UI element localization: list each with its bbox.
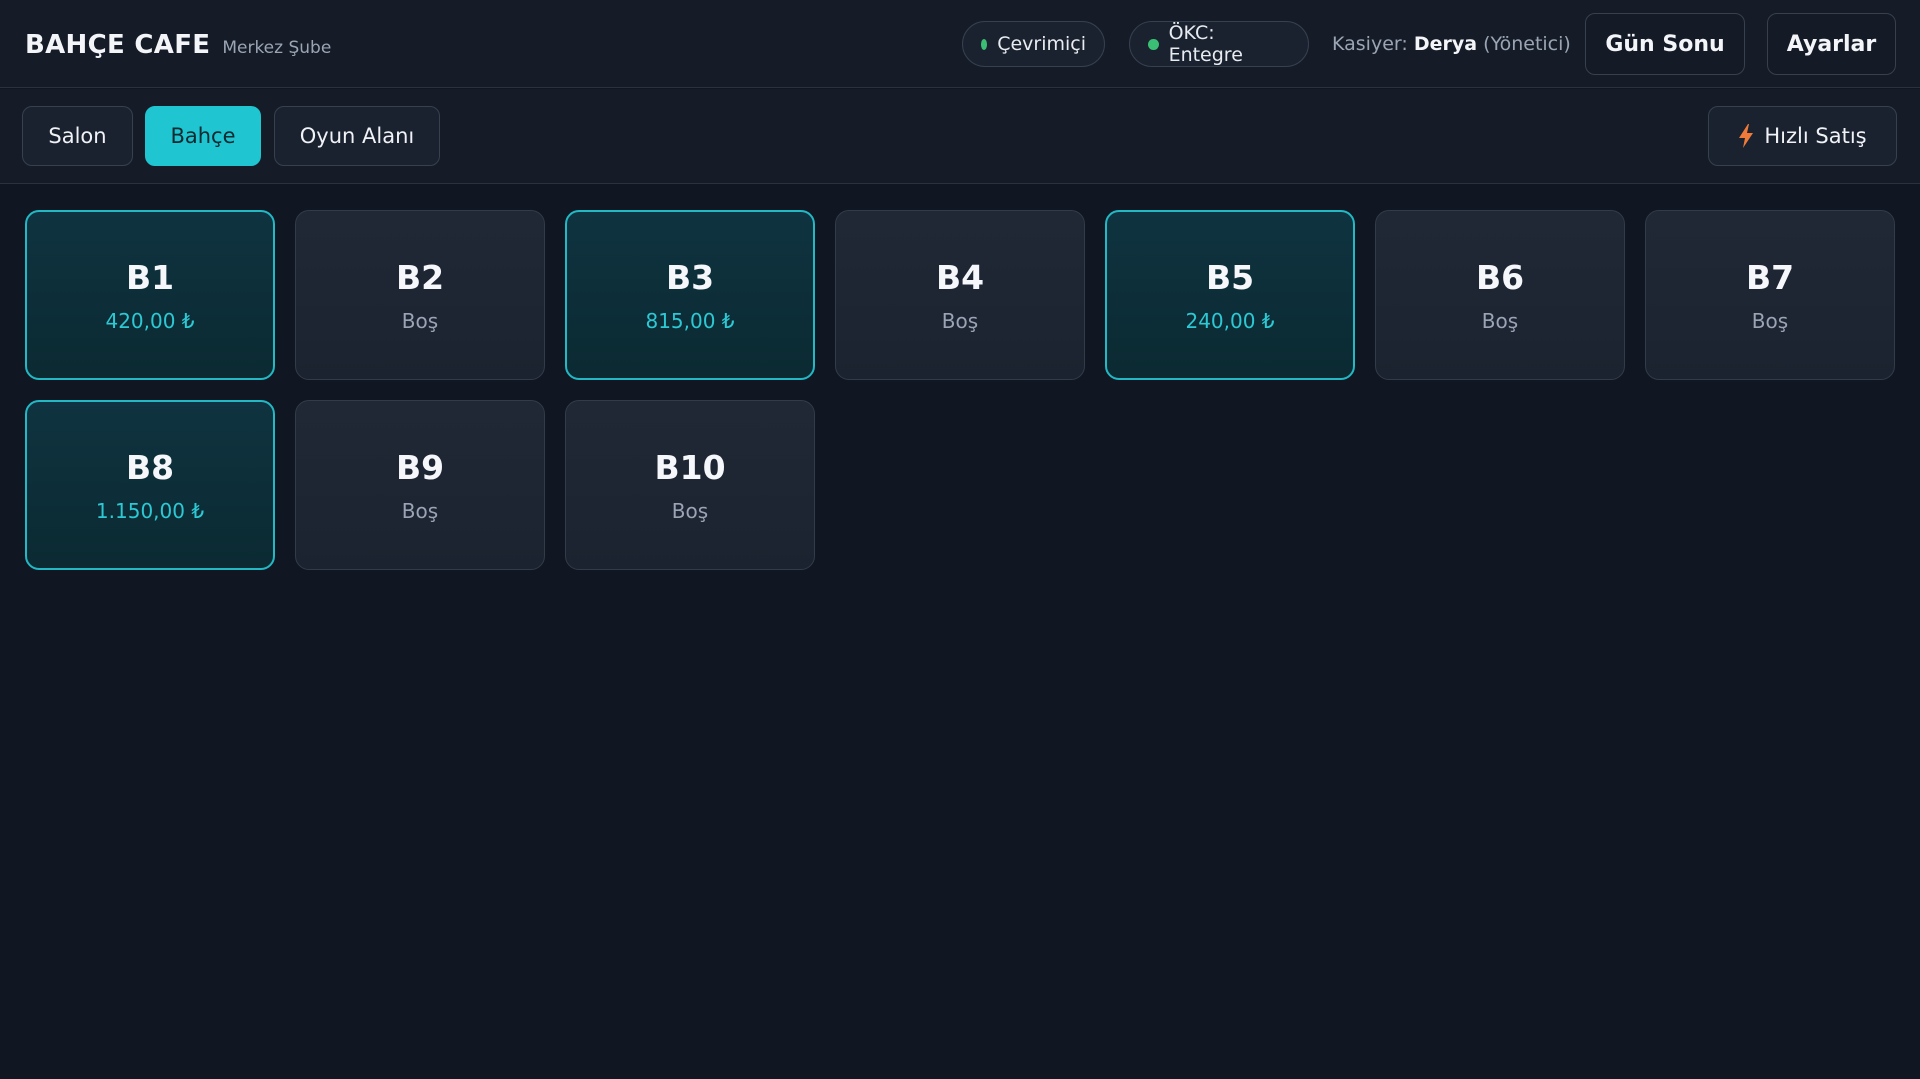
cashier-info: Kasiyer: Derya (Yönetici) xyxy=(1332,33,1571,55)
quick-sale-button[interactable]: Hızlı Satış xyxy=(1708,106,1897,166)
table-card[interactable]: B6 Boş xyxy=(1375,210,1625,380)
cashier-label: Kasiyer: xyxy=(1332,33,1408,55)
table-status: Boş xyxy=(941,308,979,333)
okc-status-label: ÖKC: Entegre xyxy=(1168,22,1243,66)
online-status-label: Çevrimiçi xyxy=(997,33,1086,55)
tab-salon[interactable]: Salon xyxy=(22,106,133,166)
cashier-name: Derya xyxy=(1413,33,1478,55)
table-status: 1.150,00 ₺ xyxy=(95,498,205,523)
end-of-day-button[interactable]: Gün Sonu xyxy=(1585,13,1745,75)
settings-button[interactable]: Ayarlar xyxy=(1767,13,1896,75)
table-name: B10 xyxy=(654,447,726,487)
table-status: Boş xyxy=(671,498,709,523)
table-status: Boş xyxy=(1481,308,1519,333)
online-status-badge: Çevrimiçi xyxy=(962,21,1105,67)
table-card[interactable]: B10 Boş xyxy=(565,400,815,570)
brand-name: BAHÇE CAFE xyxy=(25,30,211,60)
table-card[interactable]: B4 Boş xyxy=(835,210,1085,380)
status-dot-icon xyxy=(1148,38,1159,50)
cashier-role: (Yönetici) xyxy=(1483,33,1571,55)
table-name: B7 xyxy=(1745,257,1795,297)
table-status: 240,00 ₺ xyxy=(1185,308,1275,333)
table-status: 815,00 ₺ xyxy=(645,308,735,333)
tab-oyun-alani[interactable]: Oyun Alanı xyxy=(274,106,440,166)
okc-status-badge: ÖKC: Entegre xyxy=(1129,21,1309,67)
table-name: B3 xyxy=(665,257,715,297)
table-status: Boş xyxy=(401,498,439,523)
table-card[interactable]: B7 Boş xyxy=(1645,210,1895,380)
top-header: BAHÇE CAFE Merkez Şube Çevrimiçi ÖKC: En… xyxy=(0,0,1920,88)
tab-bahce[interactable]: Bahçe xyxy=(145,106,261,166)
table-status: Boş xyxy=(1751,308,1789,333)
table-name: B9 xyxy=(395,447,445,487)
table-name: B4 xyxy=(935,257,985,297)
table-name: B5 xyxy=(1205,257,1255,297)
status-dot-icon xyxy=(981,38,988,50)
branch-name: Merkez Şube xyxy=(222,38,332,58)
table-card[interactable]: B8 1.150,00 ₺ xyxy=(25,400,275,570)
lightning-icon xyxy=(1739,124,1754,148)
table-status: 420,00 ₺ xyxy=(105,308,195,333)
table-name: B1 xyxy=(125,257,175,297)
table-name: B2 xyxy=(395,257,445,297)
area-toolbar: Salon Bahçe Oyun Alanı Hızlı Satış xyxy=(0,89,1920,184)
table-status: Boş xyxy=(401,308,439,333)
quick-sale-label: Hızlı Satış xyxy=(1764,124,1867,148)
table-name: B6 xyxy=(1475,257,1525,297)
table-card[interactable]: B1 420,00 ₺ xyxy=(25,210,275,380)
table-card[interactable]: B9 Boş xyxy=(295,400,545,570)
table-card[interactable]: B2 Boş xyxy=(295,210,545,380)
table-name: B8 xyxy=(125,447,175,487)
table-card[interactable]: B3 815,00 ₺ xyxy=(565,210,815,380)
table-card[interactable]: B5 240,00 ₺ xyxy=(1105,210,1355,380)
brand: BAHÇE CAFE Merkez Şube xyxy=(25,30,331,60)
